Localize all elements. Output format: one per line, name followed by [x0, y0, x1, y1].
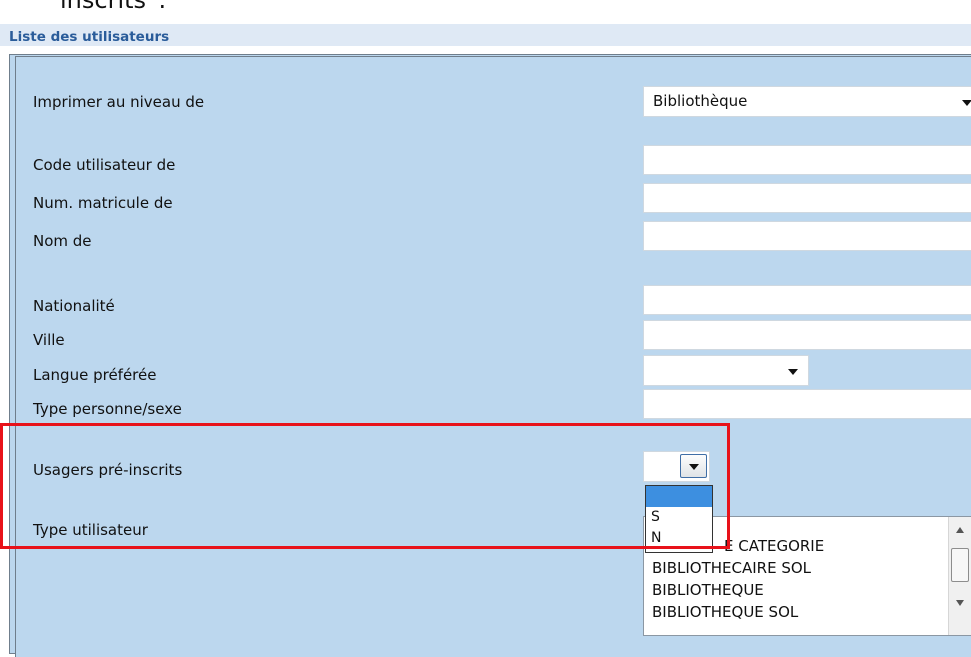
- chevron-down-icon: [689, 464, 699, 470]
- preregistered-dropdown-list: S N: [645, 485, 713, 553]
- chevron-down-icon: [962, 100, 971, 106]
- list-item[interactable]: E CATEGORIE: [724, 537, 824, 555]
- chevron-down-icon: [788, 369, 798, 375]
- nationality-input[interactable]: [643, 285, 971, 315]
- top-clipped-text: inscrits”.: [60, 0, 167, 14]
- person-type-input[interactable]: [643, 389, 971, 419]
- name-input[interactable]: [643, 221, 971, 251]
- preregistered-label: Usagers pré-inscrits: [33, 461, 183, 479]
- matricule-label: Num. matricule de: [33, 194, 173, 212]
- list-item[interactable]: BIBLIOTHEQUE: [652, 581, 764, 599]
- arrow-down-icon[interactable]: [956, 600, 964, 606]
- print-level-select[interactable]: Bibliothèque: [643, 86, 971, 117]
- panel-title: Liste des utilisateurs: [9, 29, 170, 45]
- person-type-label: Type personne/sexe: [33, 400, 182, 418]
- preregistered-dropdown-button[interactable]: [680, 454, 707, 478]
- print-level-label: Imprimer au niveau de: [33, 93, 205, 111]
- list-item[interactable]: BIBLIOTHEQUE SOL: [652, 603, 798, 621]
- scrollbar-thumb[interactable]: [951, 548, 969, 582]
- user-type-label: Type utilisateur: [33, 521, 148, 539]
- matricule-input[interactable]: [643, 183, 971, 213]
- dropdown-option-s[interactable]: S: [646, 507, 712, 528]
- nationality-label: Nationalité: [33, 297, 115, 315]
- user-type-scrollbar[interactable]: [948, 517, 971, 635]
- user-code-label: Code utilisateur de: [33, 156, 176, 174]
- dropdown-option-n[interactable]: N: [646, 528, 712, 549]
- language-select[interactable]: [643, 355, 809, 386]
- city-input[interactable]: [643, 320, 971, 350]
- language-label: Langue préférée: [33, 366, 157, 384]
- city-label: Ville: [33, 331, 65, 349]
- print-level-value: Bibliothèque: [653, 92, 748, 110]
- dropdown-option-blank[interactable]: [646, 486, 712, 507]
- user-code-input[interactable]: [643, 145, 971, 175]
- name-label: Nom de: [33, 232, 92, 250]
- list-item[interactable]: BIBLIOTHECAIRE SOL: [652, 559, 811, 577]
- arrow-up-icon[interactable]: [956, 527, 964, 533]
